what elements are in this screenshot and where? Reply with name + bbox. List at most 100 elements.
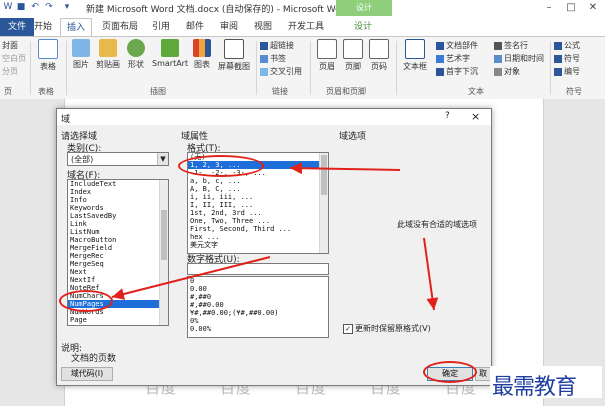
numeric-format-item[interactable]: 0.00 xyxy=(188,285,328,293)
format-item[interactable]: One, Two, Three ... xyxy=(188,217,328,225)
drop-cap-button[interactable]: 首字下沉 xyxy=(436,66,478,77)
object-button[interactable]: 对象 xyxy=(494,66,520,77)
page-number-icon xyxy=(369,39,389,59)
field-name-item[interactable]: Page xyxy=(68,316,168,324)
picture-button[interactable]: 图片 xyxy=(70,39,92,70)
minimize-icon[interactable]: – xyxy=(538,0,560,16)
close-icon[interactable]: ✕ xyxy=(582,0,604,16)
field-name-item[interactable]: Keywords xyxy=(68,204,168,212)
tab-page-layout[interactable]: 页面布局 xyxy=(96,18,144,36)
field-list-scrollbar[interactable] xyxy=(159,180,168,325)
tab-review[interactable]: 审阅 xyxy=(214,18,244,36)
shapes-button[interactable]: 形状 xyxy=(124,39,148,70)
numbering-button[interactable]: 编号 xyxy=(554,66,580,77)
format-list-scrollbar[interactable] xyxy=(319,153,328,253)
field-name-item[interactable]: IncludeText xyxy=(68,180,168,188)
numeric-format-item[interactable]: ¥#,##0.00;(¥#,##0.00) xyxy=(188,309,328,317)
format-item[interactable]: 美元文字 xyxy=(188,241,328,249)
numeric-format-input[interactable] xyxy=(187,263,329,275)
word-icon[interactable]: W xyxy=(3,2,13,12)
field-name-item[interactable]: Index xyxy=(68,188,168,196)
cross-reference-button[interactable]: 交叉引用 xyxy=(260,66,302,77)
tab-developer[interactable]: 开发工具 xyxy=(282,18,330,36)
dialog-title: 域 xyxy=(61,115,71,125)
field-codes-button[interactable]: 域代码(I) xyxy=(61,367,113,381)
page-break-button[interactable]: 分页 xyxy=(2,66,18,77)
undo-icon[interactable]: ↶ xyxy=(30,2,40,12)
format-item[interactable]: i, ii, iii, ... xyxy=(188,193,328,201)
numeric-format-item[interactable]: 0% xyxy=(188,317,328,325)
footer-button[interactable]: 页脚 xyxy=(342,39,364,72)
field-name-item[interactable]: ListNum xyxy=(68,228,168,236)
numeric-format-item[interactable]: 0.00% xyxy=(188,325,328,333)
tab-insert[interactable]: 插入 xyxy=(60,18,93,37)
format-item[interactable]: A, B, C, ... xyxy=(188,185,328,193)
group-label-links: 链接 xyxy=(272,87,288,96)
help-icon[interactable]: ? xyxy=(445,111,450,121)
cover-page-button[interactable]: 封面 xyxy=(2,40,18,51)
tab-mailings[interactable]: 邮件 xyxy=(180,18,210,36)
format-item[interactable]: a, b, c, ... xyxy=(188,177,328,185)
field-name-item[interactable]: Next xyxy=(68,268,168,276)
tab-home[interactable]: 开始 xyxy=(28,18,58,36)
page-number-button[interactable]: 页码 xyxy=(368,39,390,72)
textbox-button[interactable]: 文本框 xyxy=(400,39,430,72)
save-icon[interactable]: ■ xyxy=(16,2,26,12)
footer-icon xyxy=(343,39,363,59)
chart-button[interactable]: 图表 xyxy=(190,39,214,70)
field-name-item[interactable]: MergeRec xyxy=(68,252,168,260)
annotation-circle-field xyxy=(59,290,113,312)
table-button[interactable]: 表格 xyxy=(36,39,60,72)
numeric-format-item[interactable]: #,##0.00 xyxy=(188,301,328,309)
dialog-close-icon[interactable]: × xyxy=(471,110,480,123)
field-name-item[interactable]: NextIf xyxy=(68,276,168,284)
field-name-item[interactable]: MergeField xyxy=(68,244,168,252)
format-item[interactable]: First, Second, Third ... xyxy=(188,225,328,233)
format-item[interactable]: 1st, 2nd, 3rd ... xyxy=(188,209,328,217)
symbol-button[interactable]: 符号 xyxy=(554,53,580,64)
equation-button[interactable]: 公式 xyxy=(554,40,580,51)
wordart-icon xyxy=(436,54,444,63)
category-select[interactable]: (全部) ▼ xyxy=(67,152,169,166)
pi-icon xyxy=(554,41,562,50)
smartart-button[interactable]: SmartArt xyxy=(152,39,188,68)
format-item[interactable]: I, II, III, ... xyxy=(188,201,328,209)
signature-line-button[interactable]: 签名行 xyxy=(494,40,528,51)
redo-icon[interactable]: ↷ xyxy=(44,2,54,12)
clipart-button[interactable]: 剪贴画 xyxy=(94,39,122,70)
table-icon xyxy=(38,39,58,59)
hash-icon xyxy=(554,67,562,76)
field-name-item[interactable]: MacroButton xyxy=(68,236,168,244)
customize-qat-icon[interactable]: ▾ xyxy=(62,2,72,12)
numeric-format-item[interactable]: #,##0 xyxy=(188,293,328,301)
maximize-icon[interactable]: □ xyxy=(560,0,582,16)
category-select-value: (全部) xyxy=(71,155,94,164)
bookmark-icon xyxy=(260,54,268,63)
header-button[interactable]: 页眉 xyxy=(316,39,338,72)
field-name-item[interactable]: MergeSeq xyxy=(68,260,168,268)
title-bar: W ■ ↶ ↷ ▾ 新建 Microsoft Word 文档.docx (自动保… xyxy=(0,0,605,17)
preserve-format-checkbox[interactable]: ✓ xyxy=(343,324,353,334)
numeric-format-item[interactable]: 0 xyxy=(188,277,328,285)
screenshot-button[interactable]: 屏幕截图 xyxy=(216,39,252,72)
quick-parts-icon xyxy=(436,41,444,50)
field-name-item[interactable]: LastSavedBy xyxy=(68,212,168,220)
quick-parts-button[interactable]: 文档部件 xyxy=(436,40,478,51)
format-item[interactable]: hex ... xyxy=(188,233,328,241)
group-label-pages: 页 xyxy=(4,87,12,96)
bookmark-button[interactable]: 书签 xyxy=(260,53,286,64)
group-label-tables: 表格 xyxy=(38,87,54,96)
blank-page-button[interactable]: 空白页 xyxy=(2,53,26,64)
field-name-item[interactable]: Link xyxy=(68,220,168,228)
tab-design[interactable]: 设计 xyxy=(348,18,378,36)
date-time-button[interactable]: 日期和时间 xyxy=(494,53,544,64)
chevron-down-icon[interactable]: ▼ xyxy=(157,153,168,165)
cancel-button[interactable]: 取消 xyxy=(475,367,491,381)
numeric-format-list[interactable]: 0 0.00 #,##0 #,##0.00 ¥#,##0.00;(¥#,##0.00) 0… xyxy=(187,276,329,338)
field-name-item[interactable]: Info xyxy=(68,196,168,204)
group-label-text: 文本 xyxy=(468,87,484,96)
hyperlink-button[interactable]: 超链接 xyxy=(260,40,294,51)
tab-view[interactable]: 视图 xyxy=(248,18,278,36)
tab-references[interactable]: 引用 xyxy=(146,18,176,36)
wordart-button[interactable]: 艺术字 xyxy=(436,53,470,64)
